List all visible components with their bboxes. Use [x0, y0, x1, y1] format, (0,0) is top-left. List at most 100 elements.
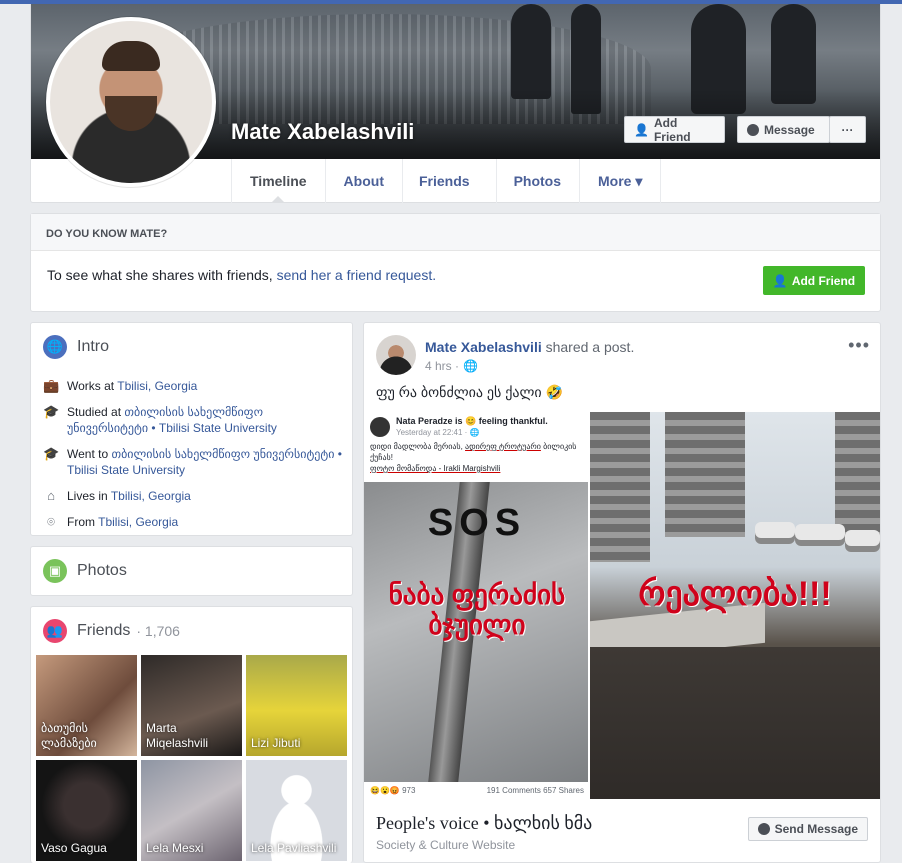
photo-icon: ▣ — [43, 559, 67, 583]
photos-card[interactable]: ▣ Photos — [30, 546, 353, 596]
home-icon: ⌂ — [47, 488, 55, 503]
photos-heading: ▣ Photos — [43, 559, 127, 583]
sos-text: SOS — [364, 502, 588, 545]
intro-card: 🌐 Intro 💼 Works at Tbilisi, Georgia 🎓 St… — [30, 322, 353, 536]
intro-lives-text: Lives in Tbilisi, Georgia — [67, 488, 191, 504]
add-friend-button[interactable]: 👤 Add Friend — [624, 116, 725, 144]
message-label: Message — [764, 122, 815, 137]
screenshot-comments: 191 Comments 657 Shares — [486, 786, 584, 795]
building — [835, 412, 880, 542]
messenger-icon — [757, 823, 770, 835]
friends-grid: ბათუმის ლამაზები Marta Miqelashvili Lizi… — [36, 655, 348, 861]
intro-lives-link[interactable]: Tbilisi, Georgia — [111, 489, 191, 503]
friend-tile[interactable]: Vaso Gagua — [36, 760, 137, 861]
screenshot-header: Nata Peradze is 😊 feeling thankful. Yest… — [364, 412, 588, 482]
profile-tabs: Timeline About Friends Photos More ▾ — [231, 159, 662, 203]
friend-tile[interactable]: Lela Mesxi — [141, 760, 242, 861]
send-message-button[interactable]: Send Message — [747, 817, 868, 841]
do-you-know-panel: DO YOU KNOW MATE? To see what she shares… — [30, 213, 881, 312]
tab-more[interactable]: More ▾ — [579, 159, 662, 203]
post-action: shared a post. — [545, 339, 635, 355]
graduation-cap-icon: 🎓 — [43, 404, 60, 419]
avatar-hair — [102, 41, 160, 71]
post-options-icon[interactable]: ••• — [848, 335, 870, 356]
tab-timeline[interactable]: Timeline — [231, 159, 325, 203]
cover-figure — [511, 4, 551, 99]
avatar-beard — [105, 96, 157, 131]
car — [755, 522, 795, 544]
friends-card: 👥 Friends · 1,706 ბათუმის ლამაზები Marta… — [30, 606, 353, 863]
friend-tile-default-avatar[interactable]: Lela Pavliashvili — [246, 760, 347, 861]
friend-name[interactable]: Lela Mesxi — [146, 841, 203, 856]
post-meta: 4 hrs · 🌐 — [425, 359, 478, 373]
intro-lives: ⌂ Lives in Tbilisi, Georgia — [43, 488, 343, 504]
post-author-name[interactable]: Mate Xabelashvili — [425, 339, 542, 355]
more-options-button[interactable]: ··· — [829, 116, 866, 143]
friends-icon: 👥 — [43, 619, 67, 643]
intro-studied-prefix: Studied at — [67, 405, 125, 419]
photos-title: Photos — [77, 562, 127, 579]
do-you-know-text: To see what she shares with friends, sen… — [47, 267, 436, 283]
post-image-left: Nata Peradze is 😊 feeling thankful. Yest… — [364, 412, 590, 799]
car — [795, 524, 845, 546]
friend-tile[interactable]: Marta Miqelashvili — [141, 655, 242, 756]
intro-lives-prefix: Lives in — [67, 489, 111, 503]
friends-count: · 1,706 — [136, 623, 180, 639]
post-header: Mate Xabelashvili shared a post. — [425, 339, 634, 355]
send-message-label: Send Message — [774, 822, 858, 836]
car — [845, 530, 880, 552]
screenshot-time: Yesterday at 22:41 · 🌐 — [396, 428, 480, 437]
more-dots-icon: ··· — [841, 122, 854, 137]
post-author-avatar[interactable] — [376, 335, 416, 375]
intro-from-text: From Tbilisi, Georgia — [67, 514, 178, 530]
intro-work-link[interactable]: Tbilisi, Georgia — [117, 379, 197, 393]
friend-request-link[interactable]: send her a friend request. — [277, 267, 437, 283]
intro-heading: 🌐 Intro — [43, 335, 109, 359]
tab-about[interactable]: About — [324, 159, 402, 203]
screenshot-name: Nata Peradze is 😊 feeling thankful. — [396, 416, 548, 426]
intro-from: ⌾ From Tbilisi, Georgia — [43, 514, 343, 530]
friend-name[interactable]: ბათუმის ლამაზები — [41, 721, 137, 751]
friend-tile[interactable]: ბათუმის ლამაზები — [36, 655, 137, 756]
shared-page-category: Society & Culture Website — [376, 838, 516, 852]
post-time[interactable]: 4 hrs · — [425, 359, 459, 373]
intro-list: 💼 Works at Tbilisi, Georgia 🎓 Studied at… — [43, 378, 343, 540]
add-person-icon: 👤 — [634, 122, 649, 137]
screenshot-body: დიდი მადლობა მერიას, ადირეფ ტროტუარი ბილ… — [370, 441, 582, 474]
globe-icon: 🌐 — [43, 335, 67, 359]
building — [590, 412, 650, 562]
building — [665, 412, 745, 537]
screenshot-body-1: დიდი მადლობა მერიას, — [370, 442, 466, 451]
intro-work: 💼 Works at Tbilisi, Georgia — [43, 378, 343, 394]
do-you-know-message: To see what she shares with friends, — [47, 267, 273, 283]
avatar — [50, 21, 212, 183]
screenshot-footer: 😆😮😡 973 191 Comments 657 Shares — [364, 782, 588, 799]
profile-picture[interactable] — [46, 17, 216, 187]
road — [590, 647, 880, 799]
friend-name[interactable]: Vaso Gagua — [41, 841, 107, 856]
shared-page-title[interactable]: People's voice • ხალხის ხმა — [376, 813, 592, 834]
post-card: Mate Xabelashvili shared a post. 4 hrs ·… — [363, 322, 881, 863]
friend-name[interactable]: Lela Pavliashvili — [251, 841, 336, 856]
friend-name[interactable]: Marta Miqelashvili — [146, 721, 242, 751]
post-image[interactable]: Nata Peradze is 😊 feeling thankful. Yest… — [364, 412, 880, 799]
tab-photos[interactable]: Photos — [495, 159, 579, 203]
tab-friends[interactable]: Friends — [401, 159, 496, 203]
screenshot-body-underline: ადირეფ ტროტუარი — [465, 442, 541, 451]
screenshot-body-3: ფოტო მომაწოდა - Irakli Margishvili — [370, 464, 501, 473]
add-person-icon: 👤 — [772, 273, 788, 288]
red-caption-right: რეალობა!!! — [638, 575, 832, 613]
friends-title[interactable]: Friends — [77, 622, 130, 640]
profile-name[interactable]: Mate Xabelashvili — [231, 119, 414, 145]
location-pin-icon: ⌾ — [47, 514, 55, 529]
friend-tile[interactable]: Lizi Jibuti — [246, 655, 347, 756]
intro-title: Intro — [77, 338, 110, 355]
post-image-right: რეალობა!!! — [590, 412, 880, 799]
intro-from-link[interactable]: Tbilisi, Georgia — [98, 515, 178, 529]
messenger-icon — [747, 123, 759, 136]
message-button[interactable]: Message — [737, 116, 830, 143]
intro-from-prefix: From — [67, 515, 99, 529]
intro-studied: 🎓 Studied at თბილისის სახელმწიფო უნივერს… — [43, 404, 343, 436]
add-friend-green-button[interactable]: 👤 Add Friend — [763, 266, 865, 295]
friend-name[interactable]: Lizi Jibuti — [251, 736, 300, 751]
